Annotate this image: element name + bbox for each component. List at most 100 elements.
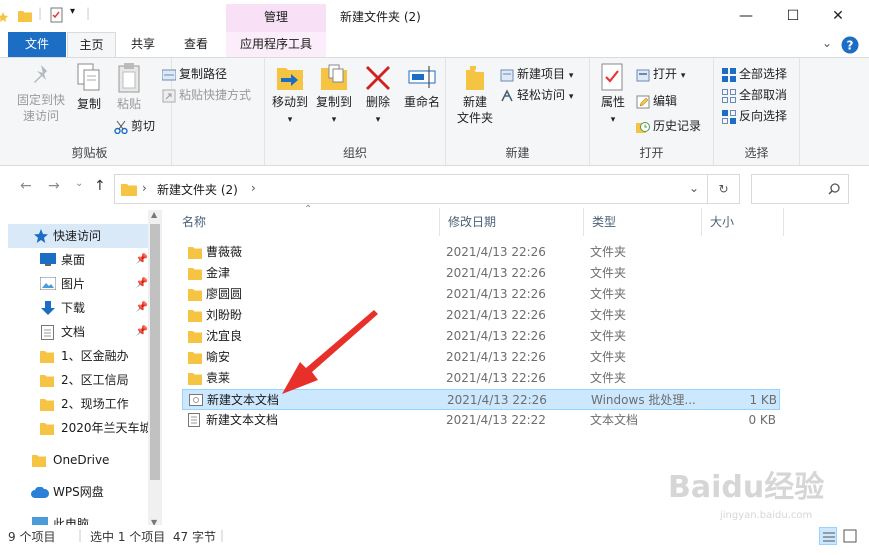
nav-item-folder[interactable]: 2、区工信局 (8, 368, 148, 392)
new-folder-button[interactable]: 新建 文件夹 (454, 62, 496, 126)
nav-scrollbar-thumb[interactable] (150, 224, 160, 480)
tab-share[interactable]: 共享 (120, 32, 166, 57)
file-row[interactable]: 新建文本文档 2021/4/13 22:22 文本文档 0 KB (182, 410, 780, 431)
tab-file[interactable]: 文件 (8, 32, 66, 57)
select-group-label: 选择 (744, 146, 769, 160)
folder-icon (188, 268, 202, 280)
clipboard-group: 固定到快 速访问 复制 粘贴 复制路径 粘贴快捷方式 剪切 剪贴板 (8, 58, 251, 165)
select-none-icon (722, 88, 736, 103)
new-item-icon (500, 69, 514, 81)
details-view-icon[interactable] (819, 527, 838, 545)
open-button[interactable]: 打开 ▾ (636, 64, 685, 84)
tab-view[interactable]: 查看 (172, 32, 220, 57)
folder-icon (188, 331, 202, 343)
file-type: 文件夹 (590, 287, 627, 301)
copy-icon (77, 63, 100, 91)
minimize-button[interactable]: — (736, 6, 756, 26)
properties-icon[interactable] (50, 7, 64, 23)
select-all-button[interactable]: 全部选择 (722, 64, 787, 84)
invert-selection-button[interactable]: 反向选择 (722, 106, 787, 126)
properties-button[interactable]: 属性 ▾ (596, 62, 630, 128)
paste-shortcut-button[interactable]: 粘贴快捷方式 (162, 85, 251, 105)
refresh-button[interactable]: ↻ (708, 174, 740, 204)
navigation-pane: 快速访问 桌面 📌 图片 📌 下载 📌 文档 📌 1、区金融办 2、区工信局 2… (8, 208, 162, 525)
ribbon: 固定到快 速访问 复制 粘贴 复制路径 粘贴快捷方式 剪切 剪贴板 移动到 ▾ 复… (0, 57, 869, 166)
nav-scrollbar[interactable]: ▲ ▼ (148, 210, 162, 527)
nav-item-folder[interactable]: 2020年兰天车城 (8, 416, 148, 440)
large-icons-view-icon[interactable] (841, 527, 859, 545)
select-none-button[interactable]: 全部取消 (722, 85, 787, 105)
file-row[interactable]: 金津 2021/4/13 22:26 文件夹 (182, 263, 780, 284)
nav-item-folder[interactable]: 2、现场工作 (8, 392, 148, 416)
folder-icon[interactable] (18, 7, 32, 23)
column-header-name[interactable]: 名称 (174, 208, 440, 236)
copy-to-button[interactable]: 复制到 ▾ (313, 62, 355, 128)
close-button[interactable]: ✕ (828, 6, 848, 26)
batch-file-icon (189, 394, 203, 406)
file-type: 文件夹 (590, 350, 627, 364)
help-icon[interactable]: ? (841, 36, 859, 54)
nav-item-folder[interactable]: 1、区金融办 (8, 344, 148, 368)
up-arrow-icon[interactable]: ↑ (94, 178, 106, 194)
paste-button[interactable]: 粘贴 (112, 62, 146, 112)
nav-quick-access[interactable]: 快速访问 (8, 224, 148, 248)
address-bar[interactable]: › 新建文件夹 (2) › ⌄ (114, 174, 708, 204)
copy-button[interactable]: 复制 (72, 62, 106, 112)
folder-icon (121, 184, 137, 196)
svg-text:?: ? (847, 39, 854, 53)
view-toggle (819, 527, 859, 548)
scroll-up-icon[interactable]: ▲ (151, 210, 157, 219)
maximize-button[interactable]: ☐ (783, 6, 803, 26)
copy-path-button[interactable]: 复制路径 (161, 64, 227, 84)
folder-icon (32, 455, 46, 467)
move-to-button[interactable]: 移动到 ▾ (269, 62, 311, 128)
file-name: 刘盼盼 (206, 308, 243, 322)
edit-pencil-icon (636, 95, 650, 108)
nav-onedrive[interactable]: OneDrive (8, 448, 148, 472)
delete-button[interactable]: 删除 ▾ (361, 62, 395, 128)
file-row[interactable]: 廖圆圆 2021/4/13 22:26 文件夹 (182, 284, 780, 305)
baidu-jingyan-url: jingyan.baidu.com (720, 510, 813, 521)
forward-arrow-icon[interactable]: → (48, 178, 60, 194)
column-header-size[interactable]: 大小 (702, 208, 784, 236)
text-file-icon (188, 413, 200, 427)
desktop-icon (40, 253, 56, 266)
column-header-type[interactable]: 类型 (584, 208, 702, 236)
ribbon-collapse-icon[interactable]: ⌄ (822, 36, 832, 50)
column-header-modified[interactable]: 修改日期 (440, 208, 584, 236)
easy-access-button[interactable]: 轻松访问 ▾ (500, 85, 573, 105)
file-name: 喻安 (206, 350, 231, 364)
address-path[interactable]: 新建文件夹 (2) (157, 181, 238, 198)
file-modified: 2021/4/13 22:26 (446, 266, 546, 280)
recent-locations-chevron-icon[interactable]: ⌄ (75, 178, 83, 189)
cloud-icon (31, 487, 49, 498)
folder-icon (40, 375, 54, 387)
nav-item-downloads[interactable]: 下载 📌 (8, 296, 148, 320)
organize-group: 移动到 ▾ 复制到 ▾ 删除 ▾ 重命名 组织 (264, 58, 446, 165)
nav-this-pc[interactable]: 此电脑 (8, 512, 148, 525)
nav-item-desktop[interactable]: 桌面 📌 (8, 248, 148, 272)
search-input[interactable] (751, 174, 849, 204)
file-size: 1 KB (749, 393, 777, 407)
nav-item-pictures[interactable]: 图片 📌 (8, 272, 148, 296)
pin-icon: 📌 (135, 302, 148, 313)
edit-button[interactable]: 编辑 (636, 91, 677, 111)
back-arrow-icon[interactable]: ← (20, 178, 32, 194)
tab-home[interactable]: 主页 (67, 32, 116, 58)
manage-context-tab[interactable]: 管理 (226, 4, 326, 32)
file-row[interactable]: 曹薇薇 2021/4/13 22:26 文件夹 (182, 242, 780, 263)
refresh-icon: ↻ (718, 182, 729, 196)
nav-item-documents[interactable]: 文档 📌 (8, 320, 148, 344)
pin-icon (34, 65, 47, 83)
cut-button[interactable]: 剪切 (114, 116, 155, 136)
chevron-down-icon[interactable]: ▾ (70, 6, 75, 17)
folder-icon (40, 399, 54, 411)
rename-button[interactable]: 重命名 (401, 62, 443, 110)
pin-quick-access-button[interactable]: 固定到快 速访问 (12, 62, 70, 124)
nav-wps-drive[interactable]: WPS网盘 (8, 480, 148, 504)
history-button[interactable]: 历史记录 (636, 116, 701, 136)
address-dropdown-chevron-icon[interactable]: ⌄ (689, 181, 699, 195)
tab-app-tools[interactable]: 应用程序工具 (226, 32, 326, 57)
new-item-button[interactable]: 新建项目 ▾ (500, 64, 573, 84)
annotation-arrow-icon (282, 310, 378, 394)
